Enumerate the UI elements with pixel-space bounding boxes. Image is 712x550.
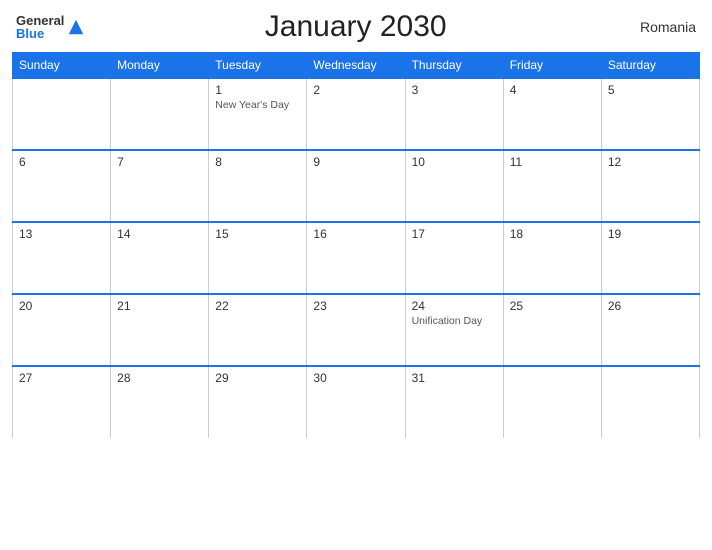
day-cell: 19 xyxy=(601,222,699,294)
day-number: 6 xyxy=(19,155,104,169)
week-row-3: 13 14 15 16 17 18 19 xyxy=(13,222,700,294)
day-number: 9 xyxy=(313,155,398,169)
day-number: 22 xyxy=(215,299,300,313)
day-number: 13 xyxy=(19,227,104,241)
day-number: 12 xyxy=(608,155,693,169)
day-cell: 13 xyxy=(13,222,111,294)
day-cell: 7 xyxy=(111,150,209,222)
day-number: 20 xyxy=(19,299,104,313)
day-number: 24 xyxy=(412,299,497,313)
day-number: 18 xyxy=(510,227,595,241)
calendar-table: Sunday Monday Tuesday Wednesday Thursday… xyxy=(12,52,700,438)
header-wednesday: Wednesday xyxy=(307,53,405,79)
day-number: 21 xyxy=(117,299,202,313)
day-cell: 27 xyxy=(13,366,111,438)
day-cell: 4 xyxy=(503,78,601,150)
day-number: 15 xyxy=(215,227,300,241)
day-number: 7 xyxy=(117,155,202,169)
day-cell xyxy=(503,366,601,438)
calendar-container: General Blue January 2030 Romania Sunday… xyxy=(0,0,712,550)
day-cell: 28 xyxy=(111,366,209,438)
day-number: 29 xyxy=(215,371,300,385)
logo-icon xyxy=(67,18,85,36)
day-number: 28 xyxy=(117,371,202,385)
day-cell xyxy=(111,78,209,150)
day-number: 1 xyxy=(215,83,300,97)
week-row-1: 1 New Year's Day 2345 xyxy=(13,78,700,150)
day-number: 27 xyxy=(19,371,104,385)
day-cell: 20 xyxy=(13,294,111,366)
day-number: 11 xyxy=(510,155,595,169)
calendar-title: January 2030 xyxy=(85,10,626,44)
country-label: Romania xyxy=(626,19,696,35)
logo-blue-text: Blue xyxy=(16,27,64,40)
day-cell: 1 New Year's Day xyxy=(209,78,307,150)
holiday-name: Unification Day xyxy=(412,315,497,327)
logo: General Blue xyxy=(16,14,85,40)
header-friday: Friday xyxy=(503,53,601,79)
day-number: 2 xyxy=(313,83,398,97)
day-cell: 22 xyxy=(209,294,307,366)
day-cell: 12 xyxy=(601,150,699,222)
day-number: 30 xyxy=(313,371,398,385)
day-cell: 11 xyxy=(503,150,601,222)
header-saturday: Saturday xyxy=(601,53,699,79)
day-cell: 16 xyxy=(307,222,405,294)
day-number: 14 xyxy=(117,227,202,241)
week-row-2: 6789 10 11 12 xyxy=(13,150,700,222)
day-cell: 10 xyxy=(405,150,503,222)
day-cell: 8 xyxy=(209,150,307,222)
day-cell: 14 xyxy=(111,222,209,294)
day-number: 8 xyxy=(215,155,300,169)
day-number: 23 xyxy=(313,299,398,313)
day-cell: 30 xyxy=(307,366,405,438)
day-cell: 23 xyxy=(307,294,405,366)
day-cell: 17 xyxy=(405,222,503,294)
day-number: 3 xyxy=(412,83,497,97)
day-number: 17 xyxy=(412,227,497,241)
day-number: 10 xyxy=(412,155,497,169)
calendar-header: General Blue January 2030 Romania xyxy=(12,10,700,44)
day-cell: 26 xyxy=(601,294,699,366)
day-number: 5 xyxy=(608,83,693,97)
day-cell: 6 xyxy=(13,150,111,222)
week-row-5: 27 28 29 30 31 xyxy=(13,366,700,438)
day-cell: 2 xyxy=(307,78,405,150)
header-monday: Monday xyxy=(111,53,209,79)
header-thursday: Thursday xyxy=(405,53,503,79)
day-cell: 24 Unification Day xyxy=(405,294,503,366)
header-sunday: Sunday xyxy=(13,53,111,79)
day-cell: 31 xyxy=(405,366,503,438)
day-cell: 15 xyxy=(209,222,307,294)
header-tuesday: Tuesday xyxy=(209,53,307,79)
day-number: 16 xyxy=(313,227,398,241)
holiday-name: New Year's Day xyxy=(215,99,300,111)
day-cell: 9 xyxy=(307,150,405,222)
day-number: 26 xyxy=(608,299,693,313)
day-number: 19 xyxy=(608,227,693,241)
day-cell xyxy=(601,366,699,438)
day-cell xyxy=(13,78,111,150)
day-cell: 18 xyxy=(503,222,601,294)
day-cell: 21 xyxy=(111,294,209,366)
week-row-4: 20 21 22 23 24 Unification Day 25 26 xyxy=(13,294,700,366)
day-cell: 25 xyxy=(503,294,601,366)
day-number: 4 xyxy=(510,83,595,97)
day-number: 31 xyxy=(412,371,497,385)
day-cell: 3 xyxy=(405,78,503,150)
day-cell: 29 xyxy=(209,366,307,438)
day-cell: 5 xyxy=(601,78,699,150)
days-header-row: Sunday Monday Tuesday Wednesday Thursday… xyxy=(13,53,700,79)
day-number: 25 xyxy=(510,299,595,313)
